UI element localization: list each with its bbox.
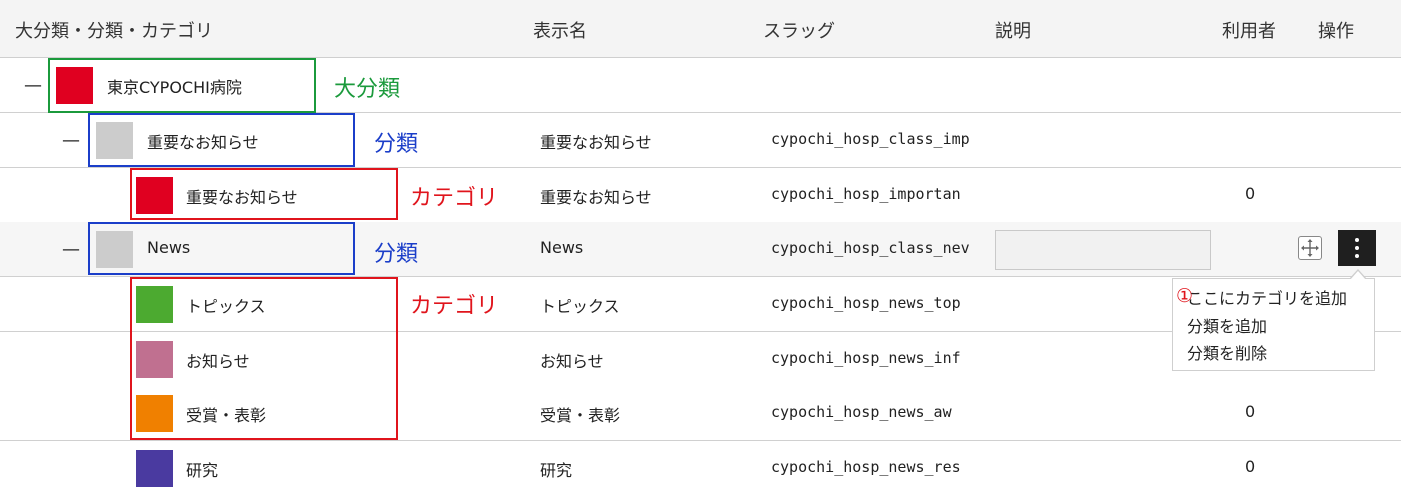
annotation-label-class: 分類	[374, 242, 419, 267]
header-category: 大分類・分類・カテゴリ	[15, 21, 213, 42]
slug-cell: cypochi_hosp_news_aw	[771, 403, 952, 421]
menu-item-add-class[interactable]: 分類を追加	[1187, 313, 1267, 337]
color-swatch	[96, 122, 133, 159]
row-name: 受賞・表彰	[186, 406, 267, 425]
header-display-name: 表示名	[533, 21, 587, 42]
menu-item-delete-class[interactable]: 分類を削除	[1187, 340, 1267, 364]
description-input[interactable]	[995, 230, 1211, 270]
slug-cell: cypochi_hosp_class_imp	[771, 130, 970, 148]
color-swatch	[136, 177, 173, 214]
header-description: 説明	[995, 21, 1031, 42]
header-slug: スラッグ	[763, 21, 835, 42]
color-swatch	[136, 286, 173, 323]
row-name: News	[147, 238, 191, 257]
row-name: 東京CYPOCHI病院	[107, 78, 242, 97]
slug-cell: cypochi_hosp_news_inf	[771, 349, 961, 367]
vertical-ellipsis-icon[interactable]	[1338, 230, 1376, 266]
user-count-cell: 0	[1245, 457, 1256, 476]
collapse-toggle[interactable]: —	[62, 130, 80, 151]
header-users: 利用者	[1222, 21, 1276, 42]
table-row[interactable]: — News News cypochi_hosp_class_nev	[0, 222, 1401, 277]
display-name-cell: 受賞・表彰	[540, 406, 621, 425]
table-row[interactable]: 研究 研究 cypochi_hosp_news_res 0	[0, 441, 1401, 487]
display-name-cell: News	[540, 238, 584, 257]
annotation-label-class: 分類	[374, 132, 419, 157]
menu-arrow-inner	[1350, 271, 1366, 280]
table-row[interactable]: 受賞・表彰 受賞・表彰 cypochi_hosp_news_aw 0	[0, 386, 1401, 441]
display-name-cell: 研究	[540, 461, 573, 480]
row-name: 研究	[186, 461, 219, 480]
display-name-cell: お知らせ	[540, 352, 604, 371]
step-marker: ①	[1176, 285, 1194, 307]
annotation-label-category: カテゴリ	[410, 186, 499, 211]
display-name-cell: トピックス	[540, 297, 620, 316]
row-name: お知らせ	[186, 352, 250, 371]
header-actions: 操作	[1318, 21, 1354, 42]
color-swatch	[136, 341, 173, 378]
row-name: トピックス	[186, 297, 266, 316]
color-swatch	[96, 231, 133, 268]
collapse-toggle[interactable]: —	[62, 239, 80, 260]
context-menu: ① ここにカテゴリを追加 分類を追加 分類を削除	[1172, 278, 1375, 371]
color-swatch	[136, 395, 173, 432]
slug-cell: cypochi_hosp_news_top	[771, 294, 961, 312]
slug-cell: cypochi_hosp_news_res	[771, 458, 961, 476]
user-count-cell: 0	[1245, 402, 1256, 421]
color-swatch	[56, 67, 93, 104]
table-row[interactable]: 重要なお知らせ 重要なお知らせ cypochi_hosp_importan 0	[0, 168, 1401, 223]
display-name-cell: 重要なお知らせ	[540, 188, 652, 207]
move-arrows-icon[interactable]	[1298, 236, 1322, 260]
annotation-label-major: 大分類	[334, 77, 401, 102]
annotation-label-category: カテゴリ	[410, 294, 499, 319]
color-swatch	[136, 450, 173, 487]
menu-item-add-category[interactable]: ① ここにカテゴリを追加	[1176, 285, 1348, 309]
collapse-toggle[interactable]: —	[24, 75, 42, 96]
table-row[interactable]: — 重要なお知らせ 重要なお知らせ cypochi_hosp_class_imp	[0, 113, 1401, 168]
slug-cell: cypochi_hosp_class_nev	[771, 239, 970, 257]
table-header: 大分類・分類・カテゴリ 表示名 スラッグ 説明 利用者 操作	[0, 0, 1401, 58]
menu-item-label: ここにカテゴリを追加	[1187, 289, 1348, 308]
row-name: 重要なお知らせ	[186, 188, 298, 207]
slug-cell: cypochi_hosp_importan	[771, 185, 961, 203]
display-name-cell: 重要なお知らせ	[540, 133, 652, 152]
user-count-cell: 0	[1245, 184, 1256, 203]
row-name: 重要なお知らせ	[147, 133, 259, 152]
table-row[interactable]: — 東京CYPOCHI病院	[0, 58, 1401, 113]
